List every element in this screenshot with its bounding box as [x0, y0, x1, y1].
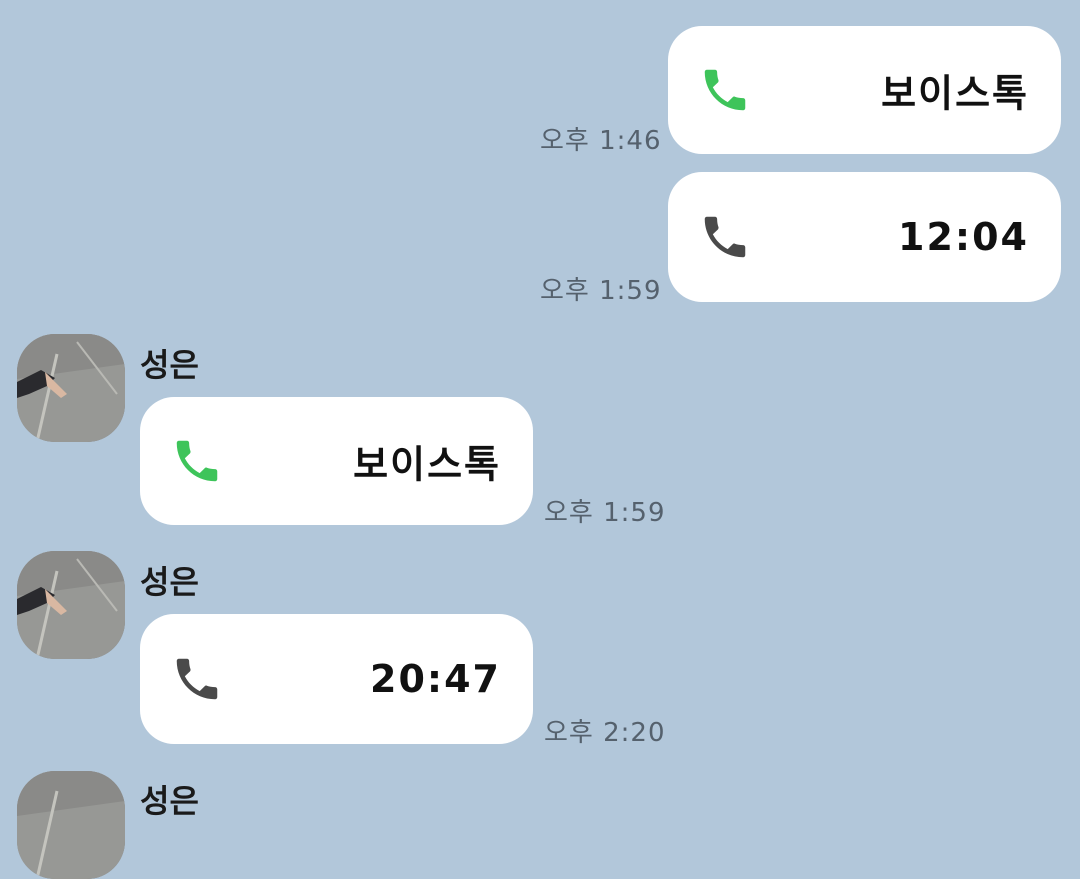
sender-name: 성은: [140, 782, 199, 820]
message-timestamp: 오후 1:59: [544, 498, 666, 528]
message-timestamp: 오후 1:59: [540, 276, 662, 306]
outgoing-call-bubble[interactable]: 12:04: [668, 172, 1061, 302]
call-type-label: 보이스톡: [353, 442, 501, 487]
phone-gray-icon: [170, 652, 224, 706]
sender-name: 성은: [140, 563, 199, 601]
call-type-label: 보이스톡: [881, 71, 1029, 116]
phone-green-icon: [170, 434, 224, 488]
call-duration-label: 12:04: [898, 215, 1029, 259]
message-timestamp: 오후 1:46: [540, 126, 662, 156]
phone-green-icon: [698, 63, 752, 117]
outgoing-call-bubble[interactable]: 보이스톡: [668, 26, 1061, 154]
incoming-call-bubble[interactable]: 보이스톡: [140, 397, 533, 525]
avatar[interactable]: [17, 551, 125, 659]
avatar[interactable]: [17, 334, 125, 442]
phone-gray-icon: [698, 210, 752, 264]
incoming-call-bubble[interactable]: 20:47: [140, 614, 533, 744]
avatar[interactable]: [17, 771, 125, 879]
message-timestamp: 오후 2:20: [544, 718, 666, 748]
chat-message-list[interactable]: 보이스톡 오후 1:46 12:04 오후 1:59 성은 보이스톡 오후 1:…: [0, 0, 1080, 879]
call-duration-label: 20:47: [370, 657, 501, 701]
sender-name: 성은: [140, 346, 199, 384]
